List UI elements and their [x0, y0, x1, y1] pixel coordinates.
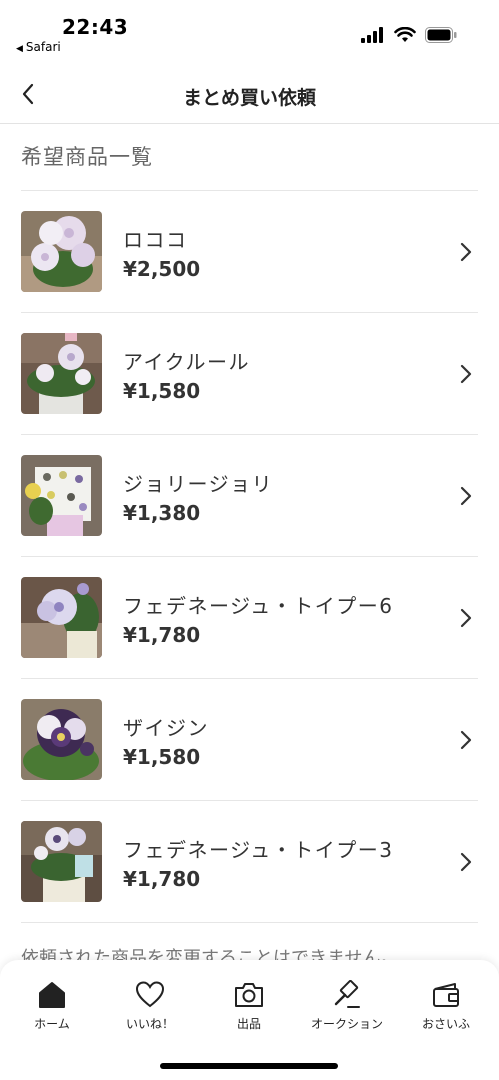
chevron-right-icon: [460, 608, 472, 628]
status-bar: 22:43 ◀ Safari: [0, 0, 499, 60]
section-title: 希望商品一覧: [21, 145, 153, 169]
product-thumbnail: [21, 699, 102, 780]
chevron-right-icon: [460, 730, 472, 750]
back-triangle-icon: ◀: [16, 44, 23, 54]
product-thumbnail: [21, 577, 102, 658]
tab-label: ホーム: [34, 1017, 70, 1031]
product-row[interactable]: アイクルール ¥1,580: [21, 313, 478, 435]
chevron-right-icon: [460, 486, 472, 506]
tab-bar: ホーム いいね！ 出品 オークション おさいふ: [0, 960, 499, 1080]
gavel-icon: [334, 980, 360, 1008]
screen: 22:43 ◀ Safari まとめ買い依頼 希望商品一覧 ロココ ¥2,500…: [0, 0, 499, 1080]
product-thumbnail: [21, 333, 102, 414]
tab-sell[interactable]: 出品: [199, 980, 299, 1040]
product-name: アイクルール: [123, 350, 250, 374]
battery-icon: [425, 27, 457, 43]
product-thumbnail: [21, 211, 102, 292]
product-name: フェデネージュ・トイプー6: [123, 594, 394, 618]
home-indicator: [160, 1063, 338, 1069]
tab-wallet[interactable]: おさいふ: [396, 980, 496, 1040]
nav-bar: まとめ買い依頼: [0, 64, 499, 124]
tab-auction[interactable]: オークション: [297, 980, 397, 1040]
tab-label: おさいふ: [421, 1017, 470, 1031]
back-app-label: Safari: [25, 40, 61, 54]
product-price: ¥1,580: [123, 745, 201, 769]
product-row[interactable]: フェデネージュ・トイプー3 ¥1,780: [21, 801, 478, 923]
home-icon: [39, 982, 65, 1008]
wallet-icon: [433, 983, 459, 1007]
product-price: ¥1,580: [123, 379, 201, 403]
product-row[interactable]: ロココ ¥2,500: [21, 191, 478, 313]
cellular-signal-icon: [361, 27, 383, 43]
product-list: ロココ ¥2,500 アイクルール ¥1,580 ジョリージョリ ¥1,380 …: [0, 191, 499, 923]
tab-label: オークション: [310, 1017, 383, 1031]
product-name: ジョリージョリ: [123, 472, 274, 496]
chevron-right-icon: [460, 364, 472, 384]
chevron-right-icon: [460, 242, 472, 262]
product-price: ¥1,380: [123, 501, 201, 525]
tab-home[interactable]: ホーム: [2, 980, 102, 1040]
tab-likes[interactable]: いいね！: [100, 980, 200, 1040]
status-time: 22:43: [62, 15, 129, 39]
product-row[interactable]: ジョリージョリ ¥1,380: [21, 435, 478, 557]
product-price: ¥2,500: [123, 257, 201, 281]
wifi-icon: [394, 27, 416, 42]
product-name: フェデネージュ・トイプー3: [123, 838, 394, 862]
product-row[interactable]: ザイジン ¥1,580: [21, 679, 478, 801]
product-thumbnail: [21, 455, 102, 536]
status-icons: [361, 27, 457, 43]
heart-icon: [135, 981, 165, 1008]
back-to-safari[interactable]: ◀ Safari: [16, 40, 61, 54]
chevron-right-icon: [460, 852, 472, 872]
product-price: ¥1,780: [123, 867, 201, 891]
tab-label: いいね！: [125, 1017, 174, 1031]
camera-icon: [235, 983, 263, 1007]
tab-label: 出品: [236, 1017, 261, 1031]
product-price: ¥1,780: [123, 623, 201, 647]
product-thumbnail: [21, 821, 102, 902]
product-name: ロココ: [123, 228, 188, 252]
page-title: まとめ買い依頼: [182, 87, 316, 109]
product-row[interactable]: フェデネージュ・トイプー6 ¥1,780: [21, 557, 478, 679]
product-name: ザイジン: [123, 716, 209, 740]
